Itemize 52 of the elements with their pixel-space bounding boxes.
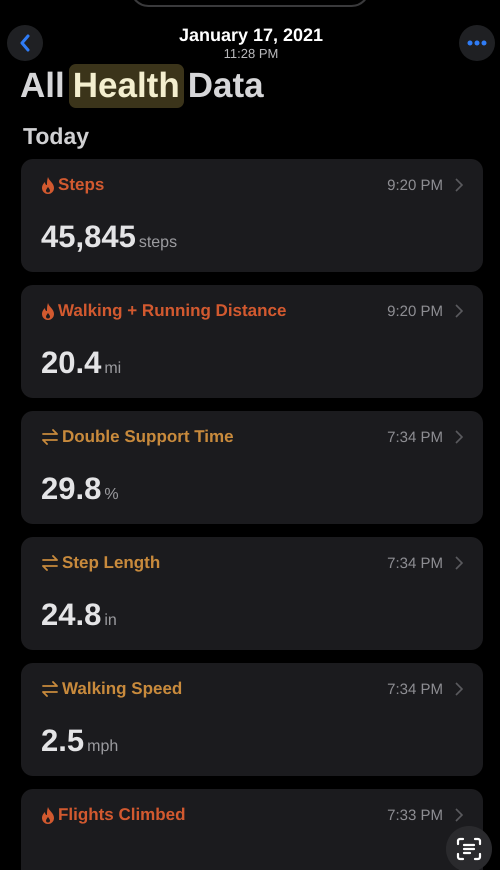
metric-name: Walking Speed [62,679,182,699]
metric-value: 20.4 [41,345,102,381]
chevron-right-icon [455,178,463,192]
metric-value: 2.5 [41,723,84,759]
metric-time: 9:20 PM [387,176,443,194]
more-icon [466,40,487,46]
metric-card[interactable]: Flights Climbed 7:33 PM [21,789,483,870]
metric-name: Flights Climbed [58,805,186,825]
highlighted-title-word: Health [68,64,184,108]
more-button[interactable] [458,25,495,61]
metric-unit: steps [138,234,178,252]
metric-name: Walking + Running Distance [58,301,286,321]
date-title: January 17, 2021 [178,25,324,46]
metric-name: Steps [58,175,104,195]
chevron-right-icon [455,304,463,318]
live-text-button[interactable] [446,826,492,870]
arrows-icon [41,429,59,445]
time-subtitle: 11:28 PM [224,46,278,61]
chevron-right-icon [455,556,463,570]
title-word: Data [186,65,265,107]
text-scan-icon [456,837,482,861]
chevron-right-icon [455,682,463,696]
flame-icon [41,806,55,824]
arrows-icon [41,681,59,697]
metric-value: 24.8 [41,597,102,633]
metric-card[interactable]: Double Support Time 7:34 PM 29.8% [21,411,483,524]
back-button[interactable] [7,25,43,61]
chevron-right-icon [455,808,463,822]
metric-time: 9:20 PM [387,302,443,320]
metric-card[interactable]: Steps 9:20 PM 45,845 steps [21,159,483,272]
metric-time: 7:33 PM [387,806,443,824]
flame-icon [41,176,55,194]
metric-time: 7:34 PM [387,680,443,698]
chevron-left-icon [19,34,31,52]
metric-name: Step Length [62,553,160,573]
metric-card[interactable]: Walking Speed 7:34 PM 2.5 mph [21,663,483,776]
arrows-icon [41,555,59,571]
metric-unit: in [104,612,117,630]
metric-time: 7:34 PM [387,428,443,446]
metric-card[interactable]: Walking + Running Distance 9:20 PM 20.4 mi [21,285,483,398]
metric-time: 7:34 PM [387,554,443,572]
metric-unit: % [104,486,119,504]
chevron-right-icon [455,430,463,444]
metric-unit: mph [87,738,118,756]
flame-icon [41,302,55,320]
title-word: All [20,65,66,107]
metric-unit: mi [104,360,122,378]
metric-name: Double Support Time [62,427,234,447]
metric-value: 45,845 [41,219,136,255]
metric-card[interactable]: Step Length 7:34 PM 24.8 in [21,537,483,650]
section-heading: Today [23,122,90,150]
metric-value: 29.8 [41,471,102,507]
